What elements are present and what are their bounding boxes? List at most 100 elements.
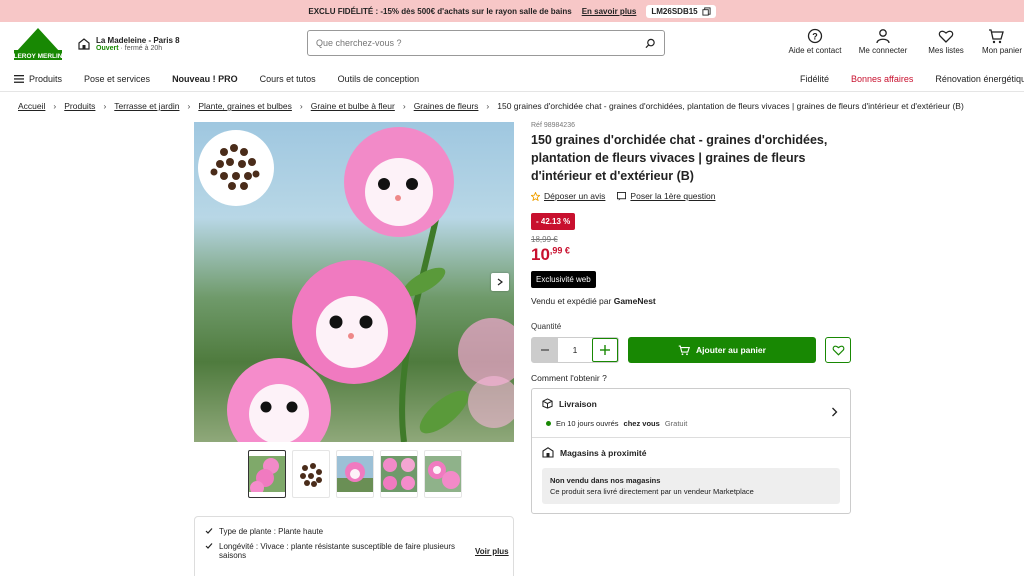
increase-button[interactable] [592,338,618,362]
add-to-cart-button[interactable]: Ajouter au panier [628,337,816,363]
product-main-image[interactable] [194,122,514,442]
plus-icon [600,345,610,355]
svg-text:LEROY MERLIN: LEROY MERLIN [14,53,62,60]
product-page: Type de plante : Plante haute Longévité … [0,120,1024,576]
quantity-stepper: 1 [531,337,619,363]
star-icon [531,191,540,201]
question-link[interactable]: Poser la 1ère question [617,191,715,201]
thumbnail[interactable] [380,450,418,498]
breadcrumb-current: 150 graines d'orchidée chat - graines d'… [497,101,964,111]
search-input[interactable] [316,38,616,48]
promo-code[interactable]: LM26SDB15 [646,4,716,18]
chevron-right-icon [832,407,838,417]
nav-pro[interactable]: Nouveau ! PRO [172,74,238,84]
heart-icon [832,345,844,356]
quantity-label: Quantité [531,322,562,331]
cart-icon [989,29,1004,44]
site-header: LEROY MERLIN La Madeleine - Paris 8 Ouve… [0,22,1024,66]
nav-deals[interactable]: Bonnes affaires [851,74,913,84]
svg-text:?: ? [812,32,818,42]
thumbnail[interactable] [292,450,330,498]
review-links: Déposer un avis Poser la 1ère question [531,191,851,201]
breadcrumb-link[interactable]: Plante, graines et bulbes [198,101,292,111]
promo-text: EXCLU FIDÉLITÉ : -15% dès 500€ d'achats … [308,6,572,16]
thumbnail[interactable] [248,450,286,498]
main-nav: Produits Pose et services Nouveau ! PRO … [0,66,1024,92]
login-label: Me connecter [858,46,908,55]
old-price: 18,99 € [531,235,558,244]
thumbnail[interactable] [424,450,462,498]
store-hours: Ouvert · fermé à 20h [96,45,163,52]
help-label: Aide et contact [788,46,842,55]
menu-icon [14,74,24,83]
delivery-options: Livraison En 10 jours ouvrés chez vous G… [531,388,851,514]
box-icon [542,398,553,409]
seller-name: GameNest [613,296,656,306]
delivery-option[interactable]: Livraison En 10 jours ouvrés chez vous G… [532,389,850,438]
store-icon [542,447,554,458]
user-icon [876,29,890,44]
promo-code-text: LM26SDB15 [651,6,698,16]
nav-fidelity[interactable]: Fidélité [800,74,829,84]
cart-label: Mon panier [982,46,1023,55]
breadcrumb-link[interactable]: Produits [64,101,95,111]
header-actions: ? Aide et contact Me connecter Mes liste… [782,28,1024,55]
review-link[interactable]: Déposer un avis [531,191,605,201]
minus-icon [541,349,549,351]
lists-label: Mes listes [928,46,964,55]
leroy-merlin-logo[interactable]: LEROY MERLIN [14,26,63,62]
cart-icon [678,344,691,355]
breadcrumb-link[interactable]: Graines de fleurs [414,101,479,111]
store-name: La Madeleine - Paris 8 [96,36,180,45]
copy-icon [702,6,711,16]
nav-services[interactable]: Pose et services [84,74,150,84]
breadcrumb: Accueil › Produits › Terrasse et jardin › P… [18,101,964,111]
promo-link[interactable]: En savoir plus [582,7,637,16]
how-to-get-label: Comment l'obtenir ? [531,373,607,383]
product-title: 150 graines d'orchidée chat - graines d'… [531,133,828,183]
see-more-link[interactable]: Voir plus [475,547,509,556]
check-icon [205,543,213,549]
quantity-value[interactable]: 1 [558,338,592,362]
store-icon [78,38,90,50]
web-exclusive-badge: Exclusivité web [531,271,596,288]
current-price: 10,99 € [531,245,570,264]
store-option: Magasins à proximité Non vendu dans nos … [532,438,850,513]
promo-banner: EXCLU FIDÉLITÉ : -15% dès 500€ d'achats … [0,0,1024,22]
next-image-button[interactable] [491,273,509,291]
nav-tools[interactable]: Outils de conception [338,74,420,84]
search-icon[interactable] [645,38,656,49]
help-button[interactable]: ? Aide et contact [782,28,848,55]
feature-item: Type de plante : Plante haute [205,527,503,536]
features-box: Type de plante : Plante haute Longévité … [194,516,514,576]
not-sold-notice: Non vendu dans nos magasins Ce produit s… [542,468,840,504]
search-bar[interactable] [307,30,665,56]
nav-renovation[interactable]: Rénovation énergétique [935,74,1024,84]
nav-courses[interactable]: Cours et tutos [260,74,316,84]
decrease-button[interactable] [532,338,558,362]
product-info: Réf 98984236 150 graines d'orchidée chat… [531,122,851,514]
seller-info: Vendu et expédié par GameNest [531,296,656,306]
cart-button[interactable]: Mon panier [976,28,1024,55]
thumbnail-strip [248,450,462,498]
nav-products[interactable]: Produits [14,74,62,84]
delivery-title: Livraison [559,398,597,409]
lists-button[interactable]: Mes listes [918,28,974,55]
breadcrumb-link[interactable]: Graine et bulbe à fleur [311,101,395,111]
chevron-right-icon [497,278,503,286]
login-button[interactable]: Me connecter [850,28,916,55]
breadcrumb-link[interactable]: Accueil [18,101,45,111]
store-selector[interactable]: La Madeleine - Paris 8 Ouvert · fermé à … [78,36,278,52]
add-to-list-button[interactable] [825,337,851,363]
thumbnail[interactable] [336,450,374,498]
nav-products-label: Produits [29,73,63,84]
heart-icon [938,30,954,43]
purchase-row: 1 Ajouter au panier [531,337,851,363]
breadcrumb-link[interactable]: Terrasse et jardin [114,101,179,111]
stores-title: Magasins à proximité [560,447,647,458]
feature-item: Longévité : Vivace : plante résistante s… [205,542,455,560]
question-icon [617,191,627,201]
product-ref: Réf 98984236 [531,122,575,129]
check-icon [205,528,213,534]
discount-badge: - 42.13 % [531,213,576,230]
